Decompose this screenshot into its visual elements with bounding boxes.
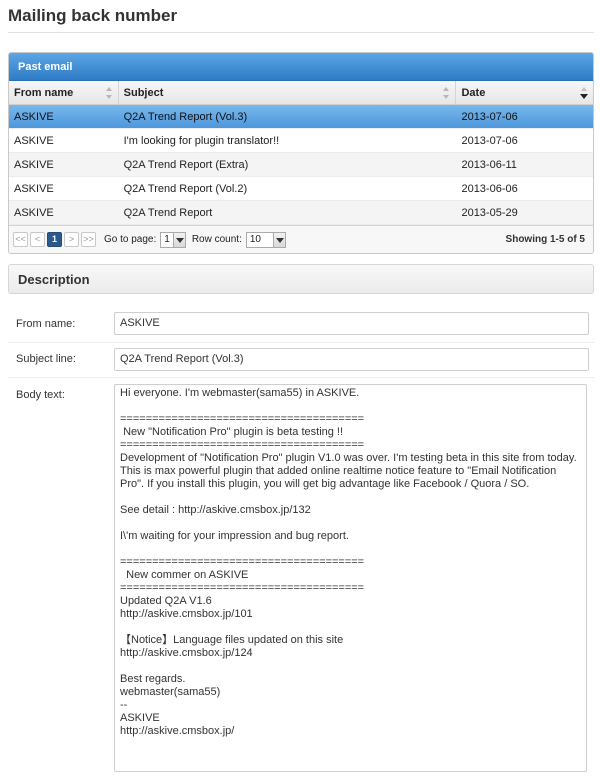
chevron-down-icon	[172, 232, 185, 247]
title-divider	[8, 32, 594, 33]
column-header-label: Date	[461, 87, 486, 99]
from-name-label: From name:	[16, 318, 76, 330]
from-name-field[interactable]: ASKIVE	[114, 312, 589, 335]
last-page-button[interactable]: >>	[81, 232, 96, 247]
grid-caption: Past email	[9, 53, 593, 81]
from-name-cell: ASKIVE	[14, 135, 54, 147]
column-header-date[interactable]: Date	[456, 81, 593, 105]
pager: << < 1 > >> Go to page: 1 Row count: 10 …	[9, 225, 593, 253]
page-title: Mailing back number	[8, 6, 178, 25]
subject-cell: I'm looking for plugin translator!!	[123, 135, 280, 147]
column-header-from-name[interactable]: From name	[9, 81, 119, 105]
grid-header: From name Subject Date	[9, 81, 593, 105]
date-cell: 2013-06-06	[461, 183, 518, 195]
subject-line-field[interactable]: Q2A Trend Report (Vol.3)	[114, 348, 589, 371]
goto-page-label: Go to page:	[104, 234, 157, 245]
previous-page-button[interactable]: <	[30, 232, 45, 247]
column-header-label: Subject	[123, 87, 164, 99]
sort-icon	[443, 87, 450, 99]
goto-page-value: 1	[164, 234, 170, 245]
showing-count: Showing 1-5 of 5	[505, 234, 585, 245]
row-count-select[interactable]: 10	[245, 231, 286, 248]
from-name-cell: ASKIVE	[14, 159, 54, 171]
column-header-label: From name	[14, 87, 74, 99]
page-number-button[interactable]: 1	[47, 232, 62, 247]
date-cell: 2013-05-29	[461, 207, 518, 219]
row-count-value: 10	[249, 234, 261, 245]
subject-cell: Q2A Trend Report (Extra)	[123, 159, 249, 171]
table-row[interactable]: ASKIVE Q2A Trend Report 2013-05-29	[9, 201, 593, 225]
from-name-cell: ASKIVE	[14, 111, 54, 123]
past-email-grid: Past email From name Subject Date ASKIVE…	[8, 52, 594, 254]
table-row[interactable]: ASKIVE Q2A Trend Report (Vol.2) 2013-06-…	[9, 177, 593, 201]
first-page-button[interactable]: <<	[13, 232, 28, 247]
table-row[interactable]: ASKIVE I'm looking for plugin translator…	[9, 129, 593, 153]
body-text-area[interactable]: Hi everyone. I'm webmaster(sama55) in AS…	[114, 384, 587, 772]
date-cell: 2013-07-06	[461, 111, 518, 123]
body-text-label: Body text:	[16, 389, 65, 401]
subject-cell: Q2A Trend Report (Vol.2)	[123, 183, 248, 195]
date-cell: 2013-06-11	[461, 159, 517, 171]
from-name-cell: ASKIVE	[14, 207, 54, 219]
chevron-down-icon	[272, 232, 285, 247]
description-header: Description	[8, 264, 594, 294]
column-header-subject[interactable]: Subject	[119, 81, 457, 105]
subject-cell: Q2A Trend Report	[123, 207, 213, 219]
from-name-cell: ASKIVE	[14, 183, 54, 195]
field-divider	[8, 342, 594, 343]
subject-cell: Q2A Trend Report (Vol.3)	[123, 111, 248, 123]
subject-line-label: Subject line:	[16, 353, 76, 365]
table-row[interactable]: ASKIVE Q2A Trend Report (Extra) 2013-06-…	[9, 153, 593, 177]
sort-icon	[105, 87, 112, 99]
row-count-label: Row count:	[191, 234, 242, 245]
date-cell: 2013-07-06	[461, 135, 518, 147]
table-row[interactable]: ASKIVE Q2A Trend Report (Vol.3) 2013-07-…	[9, 105, 593, 129]
goto-page-select[interactable]: 1	[160, 231, 186, 248]
sort-descending-icon	[580, 87, 588, 99]
field-divider	[8, 377, 594, 378]
next-page-button[interactable]: >	[64, 232, 79, 247]
